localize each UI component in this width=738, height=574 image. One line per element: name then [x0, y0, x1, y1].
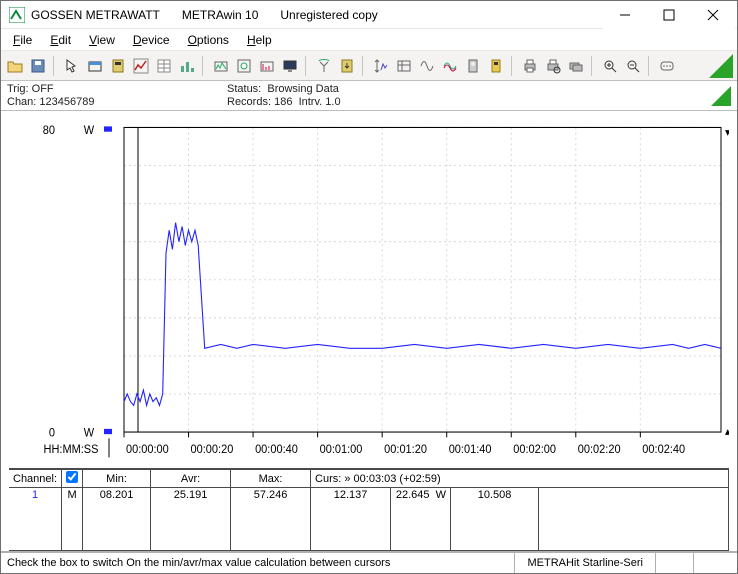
menu-options[interactable]: Options — [180, 31, 237, 49]
channels-config-icon[interactable] — [394, 56, 414, 76]
th-checkbox[interactable] — [62, 470, 83, 488]
wave-b-icon[interactable] — [440, 56, 460, 76]
records-label: Records: — [227, 96, 271, 108]
menu-view[interactable]: View — [81, 31, 123, 49]
separator-icon — [362, 56, 366, 76]
zoom-out-icon[interactable] — [623, 56, 643, 76]
menu-device[interactable]: Device — [125, 31, 178, 49]
separator-icon — [53, 56, 57, 76]
chart[interactable]: ▾ ▴ 80 0 W W HH:MM:SS 00:00:00 00:00:20 00:00:40 0… — [9, 119, 729, 468]
svg-text:00:00:40: 00:00:40 — [255, 444, 298, 456]
svg-text:▴: ▴ — [725, 426, 729, 438]
device-a-icon[interactable] — [463, 56, 483, 76]
toolbar — [1, 51, 737, 81]
table-icon[interactable] — [154, 56, 174, 76]
th-max: Max: — [231, 470, 311, 488]
svg-text:00:01:20: 00:01:20 — [384, 444, 427, 456]
infobar: Trig: OFF Chan: 123456789 Status: Browsi… — [1, 81, 737, 111]
th-curs: Curs: » 00:03:03 (+02:59) — [311, 470, 729, 488]
status-label: Status: — [227, 83, 261, 95]
trig-label: Trig: — [7, 83, 29, 95]
separator-icon — [202, 56, 206, 76]
data-table: Channel: Min: Avr: Max: Curs: » 00:03:03… — [9, 468, 729, 551]
separator-icon — [648, 56, 652, 76]
cursor-icon[interactable] — [62, 56, 82, 76]
print-icon[interactable] — [520, 56, 540, 76]
registration-text: Unregistered copy — [280, 8, 377, 22]
monitor-icon[interactable] — [280, 56, 300, 76]
svg-text:HH:MM:SS: HH:MM:SS — [44, 444, 99, 456]
device-b-icon[interactable] — [486, 56, 506, 76]
intrv-label: Intrv. — [299, 96, 323, 108]
multimeter-icon[interactable] — [108, 56, 128, 76]
menubar: File Edit View Device Options Help — [1, 29, 737, 51]
save-file-icon[interactable] — [28, 56, 48, 76]
svg-text:80: 80 — [43, 125, 55, 137]
toolbar-end-icon — [709, 54, 733, 78]
trig-value: OFF — [32, 83, 54, 95]
menu-file[interactable]: File — [5, 31, 40, 49]
svg-text:▾: ▾ — [725, 127, 729, 139]
svg-text:W: W — [84, 125, 95, 137]
svg-text:00:02:00: 00:02:00 — [513, 444, 556, 456]
th-min: Min: — [83, 470, 151, 488]
separator-icon — [305, 56, 309, 76]
titlebar: GOSSEN METRAWATT METRAwin 10 Unregistere… — [1, 1, 737, 29]
status-device: METRAHit Starline-Seri — [514, 553, 655, 573]
xy-recorder-icon[interactable] — [234, 56, 254, 76]
chan-label: Chan: — [7, 96, 36, 108]
print-preview-icon[interactable] — [543, 56, 563, 76]
bars-icon[interactable] — [177, 56, 197, 76]
svg-text:00:02:40: 00:02:40 — [642, 444, 685, 456]
chart-area: ▾ ▴ 80 0 W W HH:MM:SS 00:00:00 00:00:20 00:00:40 0… — [1, 111, 737, 551]
about-icon[interactable] — [657, 56, 677, 76]
antenna-icon[interactable] — [314, 56, 334, 76]
maximize-button[interactable] — [647, 1, 691, 29]
svg-text:00:01:00: 00:01:00 — [320, 444, 363, 456]
menu-help[interactable]: Help — [239, 31, 280, 49]
wave-a-icon[interactable] — [417, 56, 437, 76]
yt-recorder-icon[interactable] — [211, 56, 231, 76]
separator-icon — [591, 56, 595, 76]
th-channel: Channel: — [9, 470, 62, 488]
statusbar: Check the box to switch On the min/avr/m… — [1, 551, 737, 573]
th-avr: Avr: — [151, 470, 231, 488]
status-box-2 — [693, 553, 731, 573]
app-name: METRAwin 10 — [182, 8, 258, 22]
brand-text: GOSSEN METRAWATT — [31, 8, 160, 22]
svg-text:00:00:20: 00:00:20 — [191, 444, 234, 456]
svg-text:00:02:20: 00:02:20 — [578, 444, 621, 456]
table-row[interactable]: 1 M 08.201 25.191 57.246 12.137 22.645 W… — [9, 488, 729, 503]
menu-edit[interactable]: Edit — [42, 31, 79, 49]
intrv-value: 1.0 — [325, 96, 340, 108]
table-spacer — [9, 503, 729, 551]
infobar-end-icon — [711, 86, 731, 106]
svg-text:00:00:00: 00:00:00 — [126, 444, 169, 456]
download-icon[interactable] — [337, 56, 357, 76]
status-text: Check the box to switch On the min/avr/m… — [7, 557, 514, 569]
status-value: Browsing Data — [267, 83, 339, 95]
minimize-button[interactable] — [603, 1, 647, 29]
close-button[interactable] — [691, 1, 735, 29]
open-file-icon[interactable] — [5, 56, 25, 76]
svg-text:00:01:40: 00:01:40 — [449, 444, 492, 456]
zoom-in-icon[interactable] — [600, 56, 620, 76]
chart-line-icon[interactable] — [131, 56, 151, 76]
display-fft-icon[interactable] — [257, 56, 277, 76]
chan-value: 123456789 — [39, 96, 94, 108]
zoom-window-icon[interactable] — [85, 56, 105, 76]
scale-y-icon[interactable] — [371, 56, 391, 76]
print-all-icon[interactable] — [566, 56, 586, 76]
status-box-1 — [655, 553, 693, 573]
svg-text:W: W — [84, 427, 95, 439]
records-value: 186 — [274, 96, 292, 108]
app-icon — [9, 7, 25, 23]
separator-icon — [511, 56, 515, 76]
svg-text:0: 0 — [49, 427, 55, 439]
